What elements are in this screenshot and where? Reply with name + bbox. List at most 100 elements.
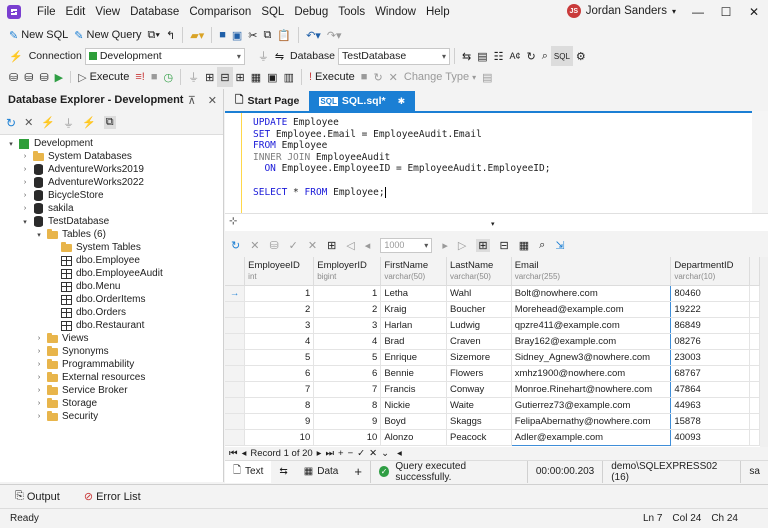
- card-view-icon[interactable]: ⊟: [500, 239, 509, 252]
- grid-cell[interactable]: FelipaAbernathy@nowhere.com: [510, 413, 672, 430]
- grid-cell[interactable]: Sidney_Agnew3@nowhere.com: [510, 349, 672, 366]
- grid-cell[interactable]: Kraig: [380, 301, 447, 318]
- last-record-icon[interactable]: ⏭: [325, 448, 334, 459]
- cut-button[interactable]: ✂: [245, 25, 260, 45]
- execute-script-button[interactable]: ! Execute: [306, 67, 358, 87]
- close-icon[interactable]: ✕: [208, 94, 217, 107]
- table-row[interactable]: 5 5 Enrique Sizemore Sidney_Agnew3@nowhere.c…: [225, 349, 760, 366]
- chevron-down-icon[interactable]: ▾: [491, 220, 495, 228]
- cancel-record-icon[interactable]: ✕: [369, 448, 377, 459]
- chevron-right-icon[interactable]: ›: [20, 179, 30, 186]
- grid-cell[interactable]: Conway: [446, 381, 512, 398]
- grid-button[interactable]: ⊞: [233, 67, 248, 87]
- grid-cell[interactable]: Bolt@nowhere.com: [510, 284, 672, 302]
- menu-database[interactable]: Database: [125, 6, 184, 18]
- refresh-button[interactable]: ↻: [524, 46, 539, 66]
- menu-window[interactable]: Window: [370, 6, 421, 18]
- prev-page-icon[interactable]: ◂: [365, 239, 371, 252]
- cancel-button[interactable]: ✕: [386, 67, 401, 87]
- pin-icon[interactable]: ⊼: [188, 94, 196, 107]
- undo-button[interactable]: ↶▾: [303, 25, 324, 45]
- chevron-right-icon[interactable]: ›: [34, 361, 44, 368]
- grid-cell[interactable]: 7: [313, 381, 382, 398]
- tree-node[interactable]: dbo.Employee: [0, 254, 223, 267]
- tree-node[interactable]: ▾ Tables (6): [0, 228, 223, 241]
- table-row[interactable]: 9 9 Boyd Skaggs FelipaAbernathy@nowhere.com 1…: [225, 413, 760, 430]
- swap-button[interactable]: ⇆: [271, 461, 295, 483]
- sql-mode-button[interactable]: SQL: [550, 46, 573, 66]
- grid-cell[interactable]: Ludwig: [446, 317, 512, 334]
- editor-scrollbar[interactable]: [752, 111, 768, 213]
- table-row[interactable]: 4 4 Brad Craven Bray162@example.com 08276: [225, 333, 760, 350]
- grid-cell[interactable]: Gutierrez73@example.com: [510, 397, 672, 414]
- column-header[interactable]: EmployerID bigint: [313, 257, 382, 286]
- disconnect-button[interactable]: ⏚: [255, 46, 272, 66]
- tree-node[interactable]: › Service Broker: [0, 384, 223, 397]
- query-builder-button[interactable]: ⊞: [202, 67, 217, 87]
- grid-cell[interactable]: Harlan: [380, 317, 447, 334]
- menu-file[interactable]: File: [32, 6, 61, 18]
- grid-cell[interactable]: Monroe.Rinehart@nowhere.com: [510, 381, 672, 398]
- row-header[interactable]: [225, 349, 246, 366]
- scroll-left-icon[interactable]: ◂: [397, 448, 402, 459]
- chevron-right-icon[interactable]: ›: [34, 374, 44, 381]
- table-row[interactable]: 2 2 Kraig Boucher Morehead@example.com 19222: [225, 301, 760, 318]
- connection-select[interactable]: Development ▾: [84, 47, 245, 65]
- grid-cell[interactable]: qpzre411@example.com: [510, 317, 672, 334]
- format-button[interactable]: ▤: [474, 46, 490, 66]
- menu-sql[interactable]: SQL: [256, 6, 289, 18]
- tree-node[interactable]: dbo.OrderItems: [0, 293, 223, 306]
- save-all-button[interactable]: ▣: [229, 25, 245, 45]
- chevron-down-icon[interactable]: ▾: [20, 218, 30, 226]
- first-page-icon[interactable]: ◁: [346, 239, 354, 252]
- connect-button[interactable]: ⏚: [185, 67, 202, 87]
- grid-cell[interactable]: 9: [313, 413, 382, 430]
- tree-node[interactable]: dbo.Restaurant: [0, 319, 223, 332]
- redo-button[interactable]: ↷▾: [324, 25, 345, 45]
- refresh-connection-button[interactable]: ⇋: [272, 46, 287, 66]
- table-row[interactable]: 10 10 Alonzo Peacock Adler@example.com 40093: [225, 429, 760, 446]
- row-header[interactable]: [225, 317, 246, 334]
- grid-cell[interactable]: 8: [313, 397, 382, 414]
- next-page-icon[interactable]: ▸: [442, 239, 448, 252]
- export-icon[interactable]: ⇲: [555, 239, 564, 252]
- grid-cell[interactable]: 15878: [670, 413, 751, 430]
- tree-node[interactable]: › AdventureWorks2019: [0, 163, 223, 176]
- apply-icon[interactable]: ✓: [289, 239, 298, 252]
- chevron-right-icon[interactable]: ›: [34, 387, 44, 394]
- comment-button[interactable]: ☷: [491, 46, 507, 66]
- menu-edit[interactable]: Edit: [61, 6, 91, 18]
- grid-cell[interactable]: 10: [244, 429, 315, 446]
- delete-record-icon[interactable]: −: [348, 448, 354, 459]
- grid-cell[interactable]: Bray162@example.com: [510, 333, 672, 350]
- tree-node[interactable]: › Programmability: [0, 358, 223, 371]
- search-icon[interactable]: ⌕: [539, 239, 545, 252]
- grid-cell[interactable]: Flowers: [446, 365, 512, 382]
- tree-node[interactable]: › sakila: [0, 202, 223, 215]
- grid-cell[interactable]: Brad: [380, 333, 447, 350]
- refresh-script-button[interactable]: ↻: [370, 67, 385, 87]
- grid-cell[interactable]: 19222: [670, 301, 751, 318]
- columns-icon[interactable]: ▦: [519, 239, 529, 252]
- grid-cell[interactable]: 23003: [670, 349, 751, 366]
- grid-cell[interactable]: Boyd: [380, 413, 447, 430]
- tree-node[interactable]: ▾ Development: [0, 137, 223, 150]
- chevron-right-icon[interactable]: ›: [20, 192, 30, 199]
- tree-node[interactable]: › Storage: [0, 397, 223, 410]
- db-restore-button[interactable]: ⛁: [21, 67, 36, 87]
- column-header[interactable]: LastName varchar(50): [446, 257, 512, 286]
- tree-node[interactable]: › BicycleStore: [0, 189, 223, 202]
- grid-cell[interactable]: 8: [244, 397, 315, 414]
- tree-node[interactable]: dbo.EmployeeAudit: [0, 267, 223, 280]
- cancel-icon[interactable]: ✕: [308, 239, 317, 252]
- table-row[interactable]: 8 8 Nickie Waite Gutierrez73@example.com 4496…: [225, 397, 760, 414]
- grid-cell[interactable]: 3: [244, 317, 315, 334]
- chevron-down-icon[interactable]: ▾: [34, 231, 44, 239]
- row-header[interactable]: [225, 413, 246, 430]
- grid-cell[interactable]: 1: [313, 285, 382, 302]
- new-sql-button[interactable]: ✎ New SQL: [6, 25, 71, 45]
- row-header[interactable]: [225, 381, 246, 398]
- tab-close-icon[interactable]: ✱: [398, 96, 406, 107]
- tree-node[interactable]: › Security: [0, 410, 223, 423]
- tree-node[interactable]: › Synonyms: [0, 345, 223, 358]
